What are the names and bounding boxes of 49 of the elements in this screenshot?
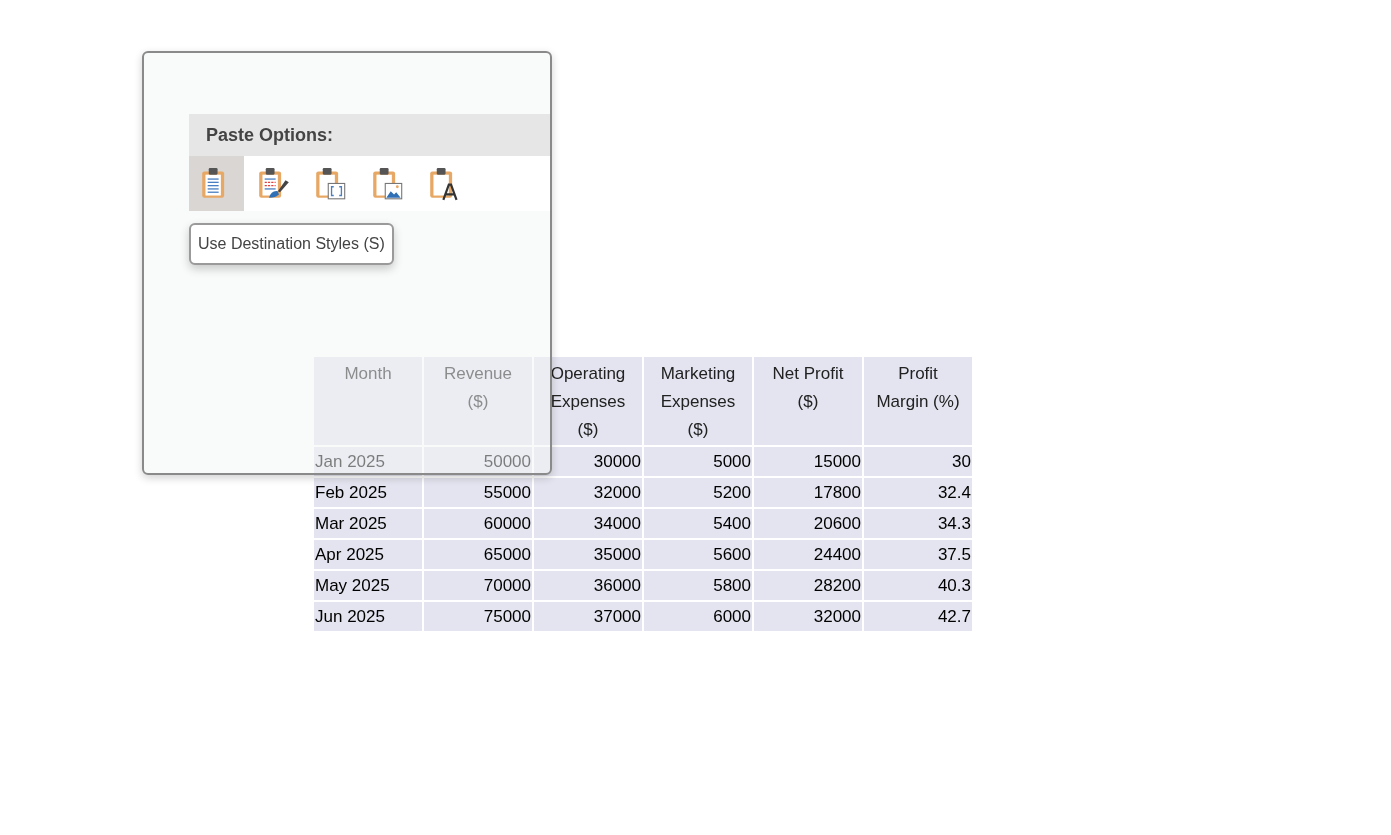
table-cell: 35000 <box>534 540 642 569</box>
table-cell: 30000 <box>534 447 642 476</box>
tooltip: Use Destination Styles (S) <box>189 223 394 265</box>
column-header: Profit Margin (%) <box>864 357 972 445</box>
table-cell: 32000 <box>754 602 862 631</box>
clipboard-letter-icon <box>428 166 461 201</box>
table-cell: 60000 <box>424 509 532 538</box>
table-cell: 36000 <box>534 571 642 600</box>
table-cell: 30 <box>864 447 972 476</box>
table-cell: 32000 <box>534 478 642 507</box>
clipboard-brush-icon <box>257 166 290 201</box>
table-cell: Mar 2025 <box>314 509 422 538</box>
table-cell: 75000 <box>424 602 532 631</box>
table-cell: 42.7 <box>864 602 972 631</box>
table-cell: 70000 <box>424 571 532 600</box>
table-cell: 5800 <box>644 571 752 600</box>
column-header: Operating Expenses ($) <box>534 357 642 445</box>
column-header: Marketing Expenses ($) <box>644 357 752 445</box>
table-cell: 5000 <box>644 447 752 476</box>
table-cell: 6000 <box>644 602 752 631</box>
table-cell: Jun 2025 <box>314 602 422 631</box>
table-cell: 32.4 <box>864 478 972 507</box>
table-cell: 34.3 <box>864 509 972 538</box>
table-cell: 28200 <box>754 571 862 600</box>
table-cell: 37.5 <box>864 540 972 569</box>
clipboard-frame-icon <box>314 166 347 201</box>
paste-options-title: Paste Options: <box>206 124 334 146</box>
table-cell: Jan 2025 <box>314 447 422 476</box>
column-header: Revenue ($) <box>424 357 532 445</box>
table-cell: 65000 <box>424 540 532 569</box>
table-cell: 5600 <box>644 540 752 569</box>
table-cell: 15000 <box>754 447 862 476</box>
table-cell: 50000 <box>424 447 532 476</box>
table-cell: 17800 <box>754 478 862 507</box>
paste-option-button[interactable] <box>189 156 244 211</box>
table-cell: 5400 <box>644 509 752 538</box>
table-cell: 37000 <box>534 602 642 631</box>
table-cell: 40.3 <box>864 571 972 600</box>
column-header: Net Profit ($) <box>754 357 862 445</box>
table-cell: May 2025 <box>314 571 422 600</box>
clipboard-picture-icon <box>371 166 404 201</box>
table-cell: Apr 2025 <box>314 540 422 569</box>
table-cell: 34000 <box>534 509 642 538</box>
table-cell: 24400 <box>754 540 862 569</box>
table-cell: 20600 <box>754 509 862 538</box>
column-header: Month <box>314 357 422 445</box>
table-cell: 5200 <box>644 478 752 507</box>
table-cell: 55000 <box>424 478 532 507</box>
table-cell: Feb 2025 <box>314 478 422 507</box>
